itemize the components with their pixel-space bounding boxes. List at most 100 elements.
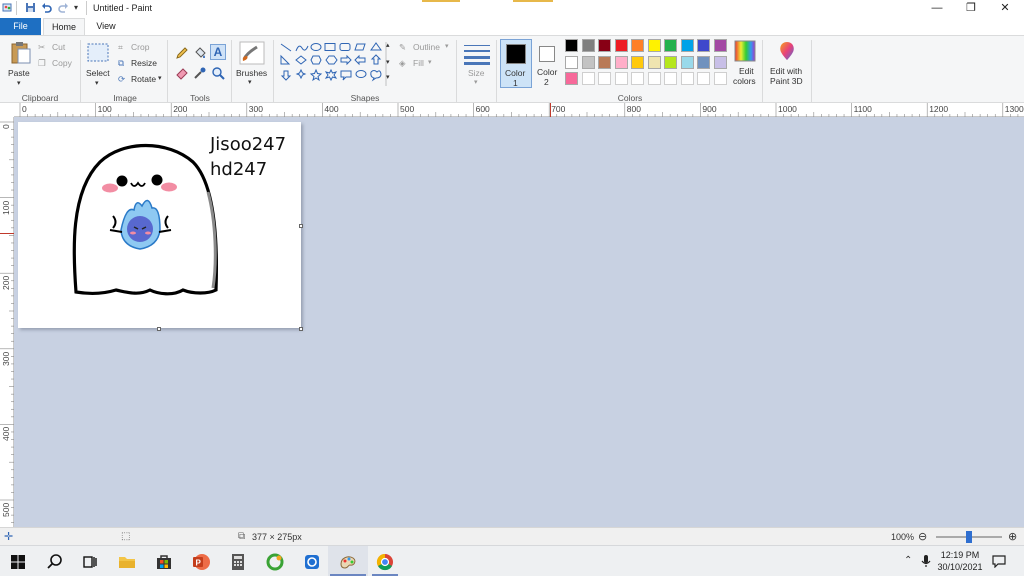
palette-swatch[interactable] (598, 55, 611, 69)
chrome-icon[interactable] (375, 552, 395, 572)
palette-swatch[interactable] (697, 39, 710, 52)
eraser-icon[interactable] (175, 66, 189, 80)
zoom-in-button[interactable]: ⊕ (1008, 530, 1017, 543)
palette-swatch[interactable] (680, 72, 694, 85)
ruler-label: 1000 (778, 104, 797, 114)
palette-swatch[interactable] (664, 39, 677, 52)
palette-swatch[interactable] (581, 39, 595, 52)
divider (456, 40, 457, 102)
brushes-button[interactable]: Brushes ▾ (234, 40, 270, 90)
palette-swatch[interactable] (581, 55, 595, 69)
image-group-label: Image (113, 93, 137, 103)
palette-swatch[interactable] (664, 72, 677, 85)
color2-button[interactable]: Color 2 (534, 39, 562, 88)
calculator-icon[interactable] (228, 552, 248, 572)
restore-button[interactable]: ❐ (954, 0, 988, 18)
undo-icon[interactable] (41, 2, 52, 13)
crop-button[interactable]: ⌗ Crop (118, 42, 160, 54)
palette-swatch[interactable] (614, 72, 628, 85)
clock-time[interactable]: 12:19 PM (932, 550, 988, 560)
app-green-icon[interactable] (265, 552, 285, 572)
palette-swatch[interactable] (713, 55, 727, 69)
redo-icon[interactable] (58, 2, 69, 13)
color1-button[interactable]: Color 1 (500, 39, 532, 88)
paint-icon[interactable] (338, 552, 358, 572)
canvas-resize-handle-corner[interactable] (299, 327, 303, 331)
palette-swatch[interactable] (614, 55, 628, 69)
tab-home[interactable]: Home (43, 18, 85, 35)
drawing-canvas[interactable]: Jisoo247 hd247 (18, 122, 301, 328)
edit-with-paint3d-button[interactable]: Edit with Paint 3D (766, 40, 808, 90)
size-label: Size (468, 68, 485, 78)
palette-swatch[interactable] (631, 72, 644, 85)
pencil-icon[interactable] (175, 46, 189, 60)
palette-swatch[interactable] (598, 72, 611, 85)
palette-swatch[interactable] (631, 55, 644, 69)
palette-swatch[interactable] (565, 55, 578, 69)
image-size-icon: ⧉ (238, 531, 246, 542)
resize-button[interactable]: ⧉ Resize (118, 58, 164, 70)
palette-swatch[interactable] (713, 39, 727, 52)
close-button[interactable]: ✕ (988, 0, 1022, 18)
color-picker-icon[interactable] (193, 66, 207, 80)
palette-swatch[interactable] (647, 39, 661, 52)
file-explorer-icon[interactable] (117, 552, 137, 572)
notification-icon[interactable] (992, 554, 1006, 568)
microphone-icon[interactable] (920, 554, 932, 568)
palette-swatch[interactable] (565, 72, 578, 85)
customize-qat-icon[interactable]: ▾ (74, 3, 78, 12)
palette-swatch[interactable] (598, 39, 611, 52)
canvas-resize-handle-bottom[interactable] (157, 327, 161, 331)
edit-colors-button[interactable]: Edit colors (731, 40, 759, 90)
ruler-label: 0 (22, 104, 27, 114)
start-icon[interactable] (8, 552, 28, 572)
powerpoint-icon[interactable]: P (191, 552, 211, 572)
tab-file[interactable]: File (0, 18, 41, 35)
zoom-out-button[interactable]: ⊖ (918, 530, 927, 543)
shapes-scroll-up-icon[interactable]: ▴ (386, 41, 390, 49)
paint-app-icon[interactable] (2, 2, 13, 13)
colors-group-label: Colors (617, 93, 643, 103)
color2-label: Color (537, 67, 558, 77)
magnifier-icon[interactable] (211, 66, 225, 80)
show-hidden-icons[interactable]: ⌃ (904, 555, 912, 566)
palette-swatch[interactable] (647, 72, 661, 85)
rotate-label: Rotate (131, 74, 157, 84)
palette-swatch[interactable] (614, 39, 628, 52)
palette-swatch[interactable] (664, 55, 677, 69)
fill-button[interactable]: ◈ Fill ▾ (399, 58, 439, 70)
select-button[interactable]: Select ▾ (85, 41, 113, 89)
shapes-more-icon[interactable]: ▾ (386, 73, 390, 81)
text-icon[interactable]: A (210, 44, 226, 60)
copy-button[interactable]: ❐ Copy (38, 58, 76, 70)
minimize-button[interactable]: — (920, 0, 954, 18)
cut-label: Cut (52, 42, 66, 52)
save-icon[interactable] (25, 2, 36, 13)
zoom-slider-thumb[interactable] (966, 531, 972, 543)
palette-swatch[interactable] (680, 39, 694, 52)
shapes-gallery[interactable] (279, 42, 387, 86)
palette-swatch[interactable] (697, 55, 710, 69)
palette-swatch[interactable] (565, 39, 578, 52)
ruler-label: 500 (400, 104, 415, 114)
palette-swatch[interactable] (697, 72, 710, 85)
palette-swatch[interactable] (680, 55, 694, 69)
cut-button[interactable]: ✂ Cut (38, 42, 72, 54)
app-blue-icon[interactable] (302, 552, 322, 572)
store-icon[interactable] (154, 552, 174, 572)
palette-swatch[interactable] (647, 55, 661, 69)
size-button[interactable]: Size ▾ (462, 40, 492, 90)
rotate-button[interactable]: ⟳ Rotate ▾ (118, 74, 166, 86)
canvas-resize-handle-right[interactable] (299, 224, 303, 228)
search-icon[interactable] (45, 552, 65, 572)
fill-icon[interactable] (193, 46, 207, 60)
paste-button[interactable]: Paste ▾ (8, 41, 34, 89)
palette-swatch[interactable] (581, 72, 595, 85)
tab-view[interactable]: View (87, 18, 125, 35)
outline-button[interactable]: ✎ Outline ▾ (399, 42, 451, 54)
palette-swatch[interactable] (631, 39, 644, 52)
task-view-icon[interactable] (80, 552, 100, 572)
palette-swatch[interactable] (713, 72, 727, 85)
clock-date[interactable]: 30/10/2021 (932, 562, 988, 572)
shapes-scroll-down-icon[interactable]: ▾ (386, 58, 390, 66)
